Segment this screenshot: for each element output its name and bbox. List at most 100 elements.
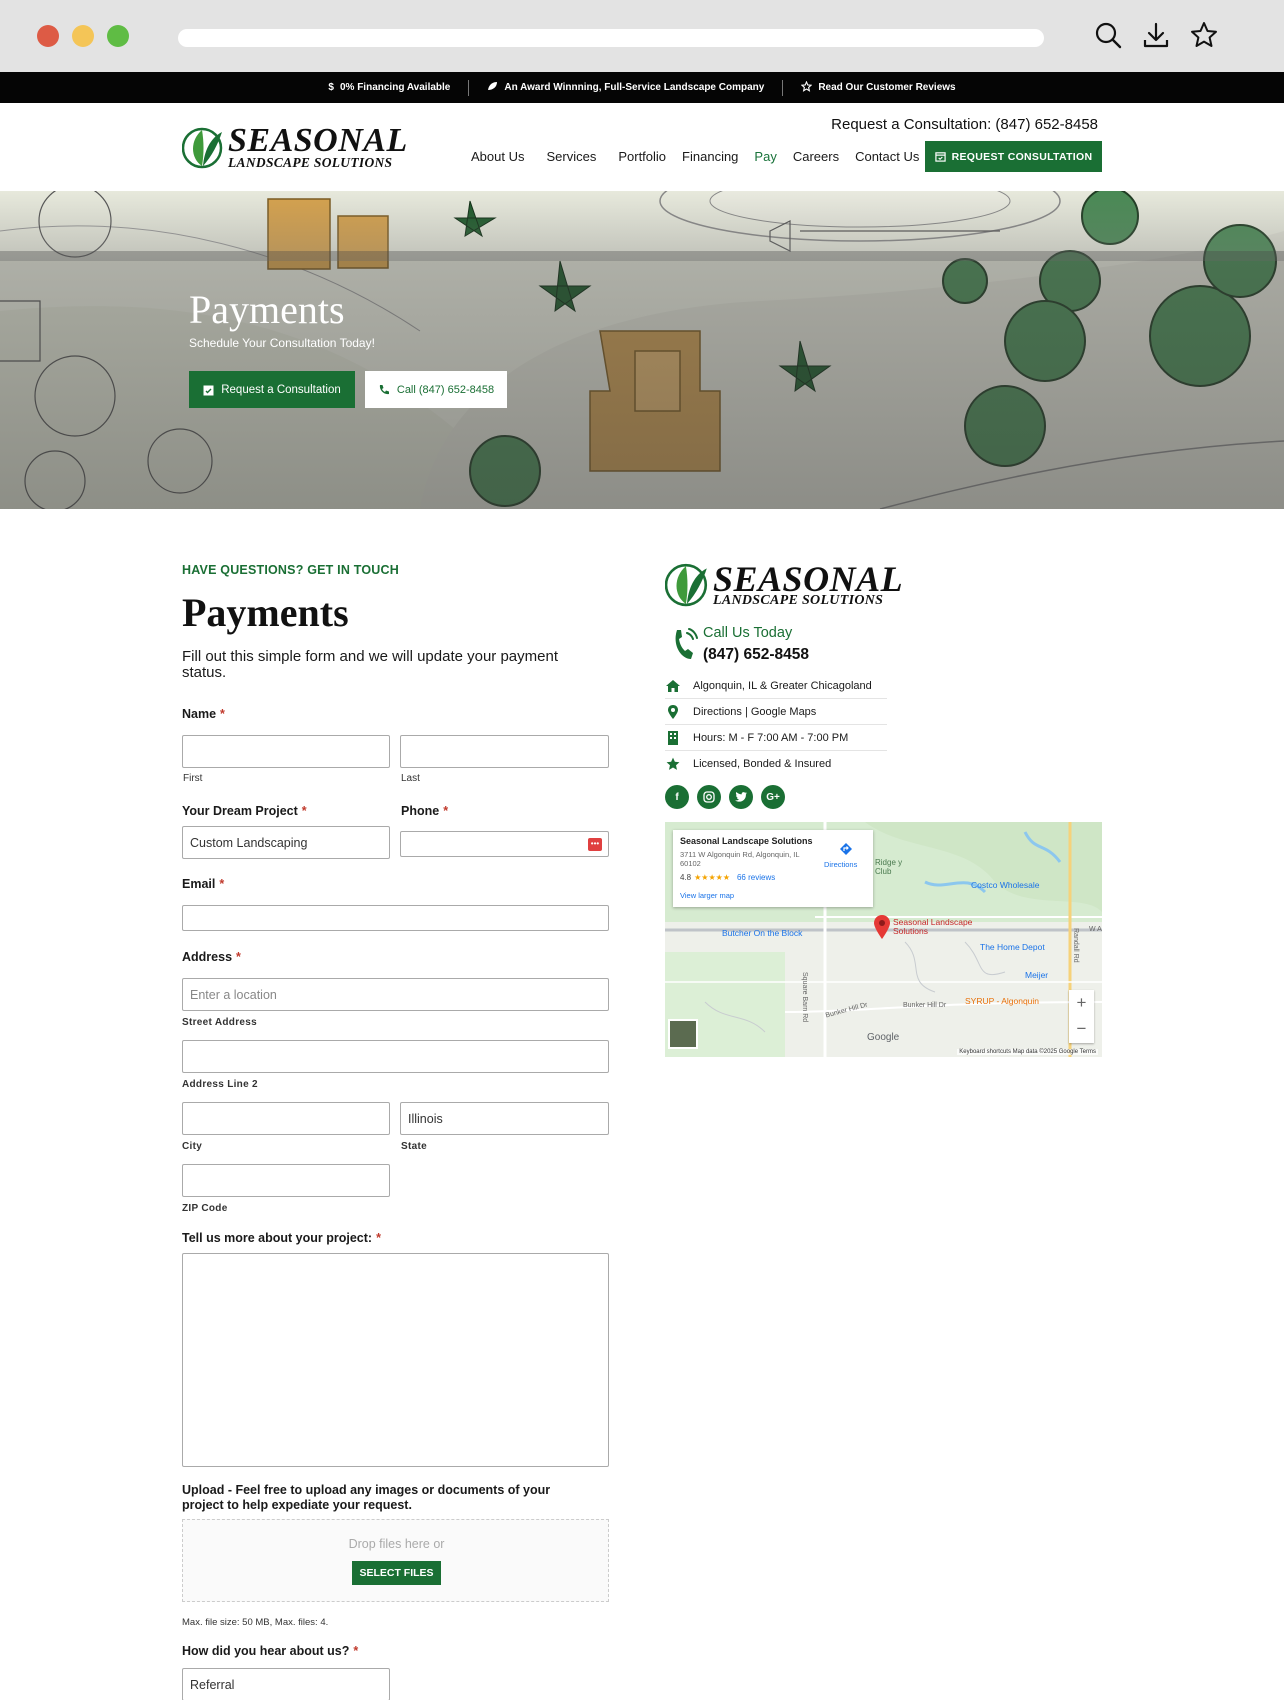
street-address-sublabel: Street Address: [182, 1017, 257, 1028]
info-row-directions[interactable]: Directions | Google Maps: [665, 699, 887, 725]
map-footer: Keyboard shortcuts Map data ©2025 Google…: [957, 1049, 1098, 1055]
instagram-icon[interactable]: [697, 785, 721, 809]
state-sublabel: State: [401, 1141, 427, 1152]
map-reviews-link[interactable]: 66 reviews: [737, 873, 775, 882]
first-name-input[interactable]: [182, 735, 390, 768]
form-title: Payments: [182, 590, 349, 635]
upload-label: Upload - Feel free to upload any images …: [182, 1483, 551, 1512]
map-road-label: W A: [1089, 926, 1102, 933]
map-address: 3711 W Algonquin Rd, Algonquin, IL 60102: [680, 850, 800, 868]
phone-input[interactable]: •••: [400, 831, 609, 857]
hero-call-button[interactable]: Call (847) 652-8458: [365, 371, 507, 408]
search-icon[interactable]: [1093, 20, 1123, 50]
phone-ringing-icon: [675, 628, 698, 659]
info-licensed-text: Licensed, Bonded & Insured: [693, 758, 832, 770]
browser-chrome: [0, 0, 1284, 72]
first-name-sublabel: First: [183, 773, 203, 784]
referral-select[interactable]: Referral: [182, 1668, 390, 1700]
call-us-number[interactable]: (847) 652-8458: [703, 646, 809, 664]
hero-call-label: Call (847) 652-8458: [396, 383, 495, 396]
google-logo: Google: [867, 1032, 900, 1043]
last-name-input[interactable]: [400, 735, 609, 768]
hero-request-label: Request a Consultation: [221, 383, 341, 396]
facebook-icon[interactable]: f: [665, 785, 689, 809]
financing-link[interactable]: $ 0% Financing Available: [310, 82, 468, 93]
file-limit-note: Max. file size: 50 MB, Max. files: 4.: [182, 1617, 329, 1628]
calendar-check-icon: [934, 152, 946, 162]
leaf-logo-icon: [182, 127, 223, 169]
calendar-check-icon: [203, 385, 214, 395]
google-map-embed[interactable]: Seasonal Landscape Solutions 3711 W Algo…: [665, 822, 1102, 1057]
autofill-icon[interactable]: •••: [588, 838, 602, 851]
leaf-logo-icon: [665, 563, 708, 607]
map-pin-label: Seasonal Landscape Solutions: [893, 917, 973, 936]
nav-careers[interactable]: Careers: [793, 149, 839, 164]
twitter-icon[interactable]: [729, 785, 753, 809]
directions-icon[interactable]: [839, 842, 853, 856]
map-rating-value: 4.8: [680, 873, 692, 882]
bookmark-star-icon[interactable]: [1189, 20, 1219, 50]
map-business-name: Seasonal Landscape Solutions: [680, 836, 813, 846]
logo-wordmark: SEASONAL: [713, 558, 904, 599]
site-logo[interactable]: SEASONAL LANDSCAPE SOLUTIONS: [182, 124, 408, 170]
map-place-label: Costco Wholesale: [971, 880, 1040, 890]
star-icon: [665, 756, 681, 772]
info-directions-text[interactable]: Directions | Google Maps: [693, 706, 816, 718]
map-place-label: Butcher On the Block: [722, 928, 803, 938]
zip-sublabel: ZIP Code: [182, 1203, 228, 1214]
nav-services[interactable]: Services: [546, 149, 596, 164]
window-minimize-dot[interactable]: [72, 25, 94, 47]
nav-contact-us[interactable]: Contact Us: [855, 149, 919, 164]
logo-wordmark: SEASONAL: [228, 122, 408, 160]
zoom-out-button[interactable]: −: [1069, 1016, 1094, 1042]
map-place-label: Meijer: [1025, 970, 1049, 980]
request-consultation-button[interactable]: REQUEST CONSULTATION: [925, 141, 1102, 172]
map-place-label: Ridge y Club: [875, 858, 903, 876]
last-name-sublabel: Last: [401, 773, 420, 784]
nav-portfolio[interactable]: Portfolio: [618, 149, 666, 164]
window-close-dot[interactable]: [37, 25, 59, 47]
project-details-label: Tell us more about your project: *: [182, 1231, 381, 1245]
map-rating: 4.8 ★★★★★ 66 reviews: [680, 873, 775, 882]
project-details-textarea[interactable]: [182, 1253, 609, 1467]
address-line2-input[interactable]: [182, 1040, 609, 1073]
info-location-text: Algonquin, IL & Greater Chicagoland: [693, 679, 872, 692]
announcement-bar: $ 0% Financing Available An Award Winnni…: [0, 72, 1284, 103]
logo-tagline: LANDSCAPE SOLUTIONS: [713, 592, 884, 608]
zip-input[interactable]: [182, 1164, 390, 1197]
dream-project-select[interactable]: Custom Landscaping: [182, 826, 390, 859]
select-files-button[interactable]: SELECT FILES: [352, 1561, 441, 1585]
file-dropzone[interactable]: Drop files here or SELECT FILES: [182, 1519, 609, 1602]
hero-request-consultation-button[interactable]: Request a Consultation: [189, 371, 355, 408]
window-maximize-dot[interactable]: [107, 25, 129, 47]
directions-link[interactable]: Directions: [824, 860, 857, 869]
map-pin-icon[interactable]: [874, 915, 890, 939]
email-input[interactable]: [182, 905, 609, 931]
main-nav: About Us Services Portfolio Financing Pa…: [471, 149, 941, 164]
hero-banner: Payments Schedule Your Consultation Toda…: [0, 191, 1284, 509]
zoom-in-button[interactable]: +: [1069, 990, 1094, 1016]
street-address-input[interactable]: Enter a location: [182, 978, 609, 1011]
phone-label: Phone *: [401, 804, 449, 818]
nav-about-us[interactable]: About Us: [471, 149, 524, 164]
nav-financing[interactable]: Financing: [682, 149, 738, 164]
hero-title: Payments: [189, 287, 345, 332]
address-bar[interactable]: [178, 29, 1044, 47]
view-larger-map-link[interactable]: View larger map: [680, 891, 734, 900]
award-text: An Award Winnning, Full-Service Landscap…: [504, 82, 765, 93]
download-icon[interactable]: [1141, 20, 1171, 50]
reviews-link[interactable]: Read Our Customer Reviews: [783, 80, 973, 95]
nav-pay[interactable]: Pay: [754, 149, 776, 164]
map-pin-icon: [665, 704, 681, 720]
star-outline-icon: [800, 80, 813, 95]
hero-subtitle: Schedule Your Consultation Today!: [189, 336, 375, 350]
header-phone[interactable]: Request a Consultation: (847) 652-8458: [831, 116, 1098, 133]
state-select[interactable]: Illinois: [400, 1102, 609, 1135]
google-plus-icon[interactable]: G+: [761, 785, 785, 809]
map-info-card: Seasonal Landscape Solutions 3711 W Algo…: [673, 830, 873, 907]
info-row-licensed: Licensed, Bonded & Insured: [665, 751, 887, 777]
site-header: SEASONAL LANDSCAPE SOLUTIONS Request a C…: [0, 103, 1284, 191]
map-place-label: The Home Depot: [980, 942, 1045, 952]
city-input[interactable]: [182, 1102, 390, 1135]
award-link[interactable]: An Award Winnning, Full-Service Landscap…: [469, 81, 782, 94]
